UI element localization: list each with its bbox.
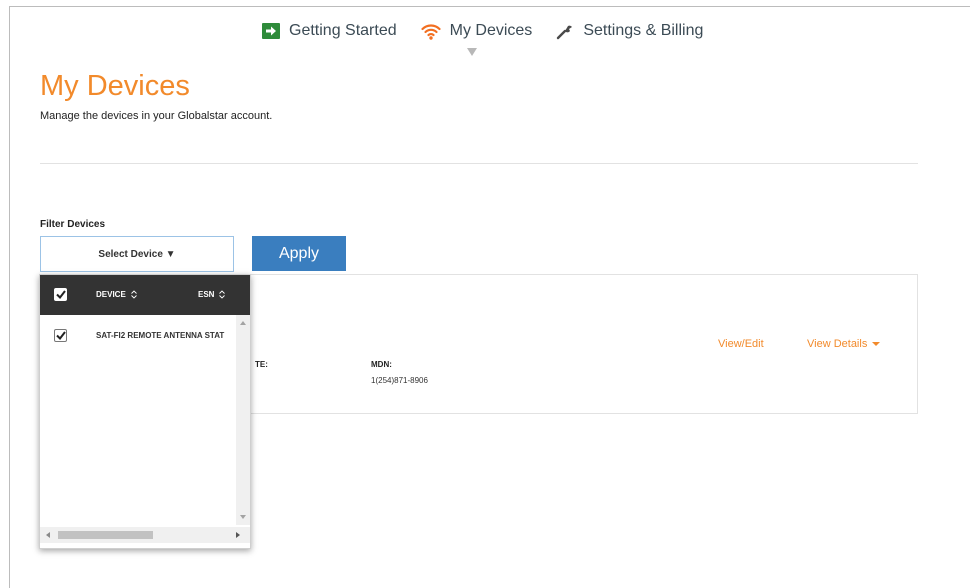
mdn-label: MDN: <box>371 360 392 369</box>
checkmark-icon <box>55 290 66 299</box>
scroll-left-icon[interactable] <box>46 532 50 538</box>
select-device-dropdown[interactable]: Select Device ▼ <box>40 236 234 272</box>
arrow-right-icon <box>262 23 280 39</box>
nav-item-label: Settings & Billing <box>583 22 704 39</box>
column-label: ESN <box>198 290 215 299</box>
scrollbar-thumb[interactable] <box>58 531 153 539</box>
page-title: My Devices <box>40 70 190 102</box>
filter-devices-label: Filter Devices <box>40 219 106 230</box>
section-divider <box>40 163 918 164</box>
nav-item-settings-billing[interactable]: Settings & Billing <box>556 22 703 40</box>
view-edit-link[interactable]: View/Edit <box>718 338 764 350</box>
active-nav-indicator <box>467 48 477 56</box>
scroll-up-icon[interactable] <box>240 321 246 325</box>
device-card: TE: MDN: 1(254)871-8906 View/Edit View D… <box>240 274 918 414</box>
device-checkbox[interactable] <box>54 329 67 342</box>
list-item[interactable]: SAT-FI2 REMOTE ANTENNA STAT <box>40 325 236 347</box>
horizontal-scrollbar[interactable] <box>40 527 250 543</box>
column-header-esn[interactable]: ESN <box>198 290 226 299</box>
nav-item-my-devices[interactable]: My Devices <box>421 22 533 40</box>
top-navigation: Getting Started My Devices Settings & Bi… <box>262 19 727 43</box>
mdn-value: 1(254)871-8906 <box>371 376 428 385</box>
device-name: SAT-FI2 REMOTE ANTENNA STAT <box>96 331 225 340</box>
wifi-icon <box>421 22 441 40</box>
vertical-scrollbar[interactable] <box>236 315 250 525</box>
device-list-header: DEVICE ESN <box>40 275 250 315</box>
view-details-dropdown[interactable]: View Details <box>807 338 881 350</box>
page-subtitle: Manage the devices in your Globalstar ac… <box>40 110 273 122</box>
apply-button[interactable]: Apply <box>252 236 346 271</box>
sort-icon <box>130 290 137 299</box>
select-all-checkbox[interactable] <box>54 288 67 301</box>
column-label: DEVICE <box>96 290 126 299</box>
sort-icon <box>219 290 226 299</box>
device-field-label: TE: <box>255 360 268 369</box>
nav-item-label: My Devices <box>449 22 533 39</box>
column-header-device[interactable]: DEVICE <box>96 290 137 299</box>
device-select-menu: DEVICE ESN SAT-FI2 REMOTE ANTENNA STAT <box>39 274 251 549</box>
caret-down-icon <box>872 342 881 346</box>
scroll-down-icon[interactable] <box>240 515 246 519</box>
checkmark-icon <box>55 331 66 340</box>
nav-item-getting-started[interactable]: Getting Started <box>262 22 397 40</box>
scroll-right-icon[interactable] <box>236 532 240 538</box>
wrench-icon <box>556 22 574 40</box>
nav-item-label: Getting Started <box>289 22 397 39</box>
view-details-label: View Details <box>807 338 868 350</box>
